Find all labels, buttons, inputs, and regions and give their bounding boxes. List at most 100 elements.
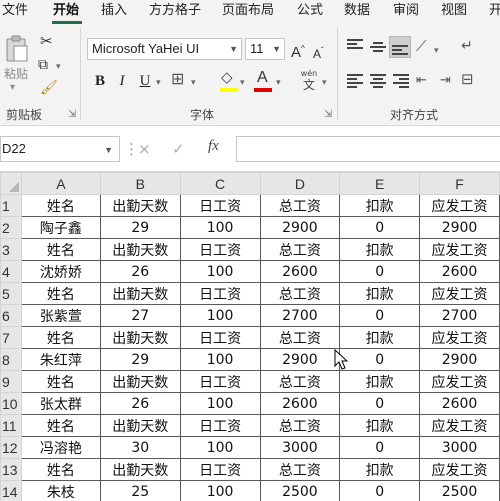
tab-fangfang-grid[interactable]: 方方格子 xyxy=(149,2,201,20)
cell-d13[interactable]: 总工资 xyxy=(259,458,341,481)
column-header-f[interactable]: F xyxy=(419,172,500,195)
row-header[interactable]: 5 xyxy=(0,282,22,305)
fill-color-icon[interactable]: ◇ xyxy=(221,69,233,85)
cell-a10[interactable]: 张太群 xyxy=(20,392,101,415)
cell-b3[interactable]: 出勤天数 xyxy=(99,238,181,261)
row-header[interactable]: 4 xyxy=(0,260,22,283)
cell-d6[interactable]: 2700 xyxy=(259,304,341,327)
font-color-dropdown-icon[interactable]: ▾ xyxy=(276,75,281,91)
cell-b12[interactable]: 30 xyxy=(99,436,181,459)
orientation-dropdown-icon[interactable]: ▾ xyxy=(434,43,439,59)
cell-c14[interactable]: 100 xyxy=(179,480,261,501)
cell-f3[interactable]: 应发工资 xyxy=(419,238,500,261)
row-header[interactable]: 3 xyxy=(0,238,22,261)
cell-c13[interactable]: 日工资 xyxy=(179,458,261,481)
cell-f9[interactable]: 应发工资 xyxy=(419,370,500,393)
row-header[interactable]: 12 xyxy=(0,436,22,459)
cell-d1[interactable]: 总工资 xyxy=(259,194,341,217)
font-size-select[interactable]: 11 ▼ xyxy=(245,38,285,60)
merge-center-icon[interactable]: ⊟ xyxy=(461,71,474,87)
cell-b4[interactable]: 26 xyxy=(99,260,181,283)
cell-e5[interactable]: 扣款 xyxy=(339,282,421,305)
cell-e6[interactable]: 0 xyxy=(339,304,421,327)
underline-dropdown-icon[interactable]: ▾ xyxy=(156,75,161,91)
cell-f6[interactable]: 2700 xyxy=(419,304,500,327)
cell-a12[interactable]: 冯溶艳 xyxy=(20,436,101,459)
cell-c2[interactable]: 100 xyxy=(179,216,261,239)
align-left-icon[interactable] xyxy=(347,74,363,90)
phonetic-guide-button[interactable]: wén 文 xyxy=(298,69,320,92)
cell-e11[interactable]: 扣款 xyxy=(339,414,421,437)
tab-developer[interactable]: 开 xyxy=(489,2,500,20)
options-handle-icon[interactable]: ⋮ xyxy=(124,140,139,158)
tab-data[interactable]: 数据 xyxy=(344,2,370,20)
tab-view[interactable]: 视图 xyxy=(441,2,467,20)
cell-f2[interactable]: 2900 xyxy=(419,216,500,239)
cell-d4[interactable]: 2600 xyxy=(259,260,341,283)
row-header[interactable]: 14 xyxy=(0,480,22,501)
cell-c11[interactable]: 日工资 xyxy=(179,414,261,437)
cell-d8[interactable]: 2900 xyxy=(259,348,341,371)
cell-d11[interactable]: 总工资 xyxy=(259,414,341,437)
fill-color-dropdown-icon[interactable]: ▾ xyxy=(240,75,245,91)
borders-dropdown-icon[interactable]: ▾ xyxy=(191,75,196,91)
row-header[interactable]: 6 xyxy=(0,304,22,327)
insert-function-icon[interactable]: fx xyxy=(208,138,219,155)
cell-b8[interactable]: 29 xyxy=(99,348,181,371)
tab-file[interactable]: 文件 xyxy=(2,2,28,20)
paste-icon[interactable] xyxy=(5,35,29,63)
row-header[interactable]: 7 xyxy=(0,326,22,349)
row-header[interactable]: 13 xyxy=(0,458,22,481)
cell-b13[interactable]: 出勤天数 xyxy=(99,458,181,481)
cell-d9[interactable]: 总工资 xyxy=(259,370,341,393)
cell-c10[interactable]: 100 xyxy=(179,392,261,415)
cell-d14[interactable]: 2500 xyxy=(259,480,341,501)
cell-d2[interactable]: 2900 xyxy=(259,216,341,239)
cell-c3[interactable]: 日工资 xyxy=(179,238,261,261)
shrink-font-button[interactable]: Aˇ xyxy=(313,43,324,62)
cell-e7[interactable]: 扣款 xyxy=(339,326,421,349)
cell-f8[interactable]: 2900 xyxy=(419,348,500,371)
orientation-icon[interactable]: ⟋ xyxy=(416,38,427,54)
column-header-e[interactable]: E xyxy=(339,172,421,195)
tab-page-layout[interactable]: 页面布局 xyxy=(222,2,274,20)
column-header-b[interactable]: B xyxy=(99,172,181,195)
cell-e9[interactable]: 扣款 xyxy=(339,370,421,393)
paste-button-label[interactable]: 粘贴 xyxy=(4,65,28,82)
cell-a7[interactable]: 姓名 xyxy=(20,326,101,349)
cell-d5[interactable]: 总工资 xyxy=(259,282,341,305)
cell-c6[interactable]: 100 xyxy=(179,304,261,327)
tab-review[interactable]: 审阅 xyxy=(393,2,419,20)
italic-button[interactable]: I xyxy=(112,71,132,91)
cell-b7[interactable]: 出勤天数 xyxy=(99,326,181,349)
cell-f11[interactable]: 应发工资 xyxy=(419,414,500,437)
column-header-d[interactable]: D xyxy=(259,172,341,195)
cell-c9[interactable]: 日工资 xyxy=(179,370,261,393)
cell-a1[interactable]: 姓名 xyxy=(20,194,101,217)
cell-c12[interactable]: 100 xyxy=(179,436,261,459)
tab-home[interactable]: 开始 xyxy=(53,2,79,20)
cell-b1[interactable]: 出勤天数 xyxy=(99,194,181,217)
wrap-text-icon[interactable]: ↵ xyxy=(461,38,473,54)
cell-a2[interactable]: 陶子鑫 xyxy=(20,216,101,239)
row-header[interactable]: 8 xyxy=(0,348,22,371)
cell-b2[interactable]: 29 xyxy=(99,216,181,239)
cell-a5[interactable]: 姓名 xyxy=(20,282,101,305)
cell-e1[interactable]: 扣款 xyxy=(339,194,421,217)
decrease-indent-icon[interactable]: ⇤ xyxy=(416,73,427,89)
select-all-corner[interactable] xyxy=(0,172,22,195)
cell-a3[interactable]: 姓名 xyxy=(20,238,101,261)
bold-button[interactable]: B xyxy=(90,71,110,91)
cell-f12[interactable]: 3000 xyxy=(419,436,500,459)
cell-b14[interactable]: 25 xyxy=(99,480,181,501)
enter-icon[interactable]: ✓ xyxy=(172,140,185,158)
align-bottom-button[interactable] xyxy=(389,36,411,58)
name-box[interactable]: D22 ▼ xyxy=(0,136,120,162)
cell-e3[interactable]: 扣款 xyxy=(339,238,421,261)
grow-font-button[interactable]: A^ xyxy=(291,41,305,61)
cell-a6[interactable]: 张紫萱 xyxy=(20,304,101,327)
format-painter-icon[interactable]: 🖌 xyxy=(40,80,58,96)
cell-b9[interactable]: 出勤天数 xyxy=(99,370,181,393)
font-name-select[interactable]: Microsoft YaHei UI ▼ xyxy=(87,38,242,60)
row-header[interactable]: 1 xyxy=(0,194,22,217)
